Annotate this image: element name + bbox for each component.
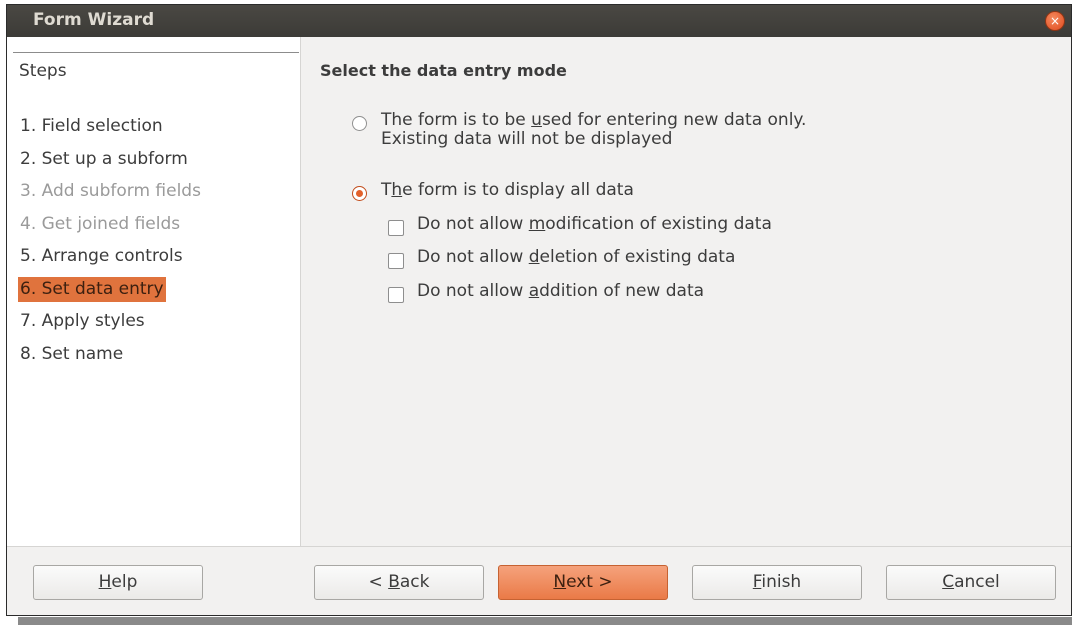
button-bar: Help < Back Next > Finish Cancel bbox=[7, 546, 1071, 615]
label-text: Do not allow bbox=[417, 247, 529, 267]
step-field-selection[interactable]: 1. Field selection bbox=[18, 114, 165, 139]
label-text: eletion of existing data bbox=[539, 247, 736, 267]
back-button[interactable]: < Back bbox=[314, 565, 484, 600]
label-text: e form is to display all data bbox=[402, 180, 634, 200]
radio-new-data-only-label-line2: Existing data will not be displayed bbox=[381, 129, 673, 149]
content-panel: Select the data entry mode The form is t… bbox=[301, 37, 1071, 546]
steps-header: Steps bbox=[19, 61, 67, 81]
radio-display-all-data-label[interactable]: The form is to display all data bbox=[381, 180, 634, 200]
radio-display-all-data[interactable] bbox=[352, 186, 367, 201]
mnemonic: N bbox=[553, 572, 567, 592]
radio-new-data-only-label[interactable]: The form is to be used for entering new … bbox=[381, 110, 806, 130]
step-set-data-entry[interactable]: 6. Set data entry bbox=[18, 277, 166, 302]
window-title: Form Wizard bbox=[33, 10, 155, 30]
button-label: ack bbox=[399, 572, 430, 592]
help-button[interactable]: Help bbox=[33, 565, 203, 600]
checkbox-no-addition-label[interactable]: Do not allow addition of new data bbox=[417, 281, 704, 301]
checkbox-no-modification-label[interactable]: Do not allow modification of existing da… bbox=[417, 214, 772, 234]
next-button[interactable]: Next > bbox=[498, 565, 668, 600]
steps-panel: Steps 1. Field selection 2. Set up a sub… bbox=[7, 37, 301, 546]
finish-button[interactable]: Finish bbox=[692, 565, 862, 600]
label-text: The form is to be bbox=[381, 110, 532, 130]
checkbox-no-addition[interactable] bbox=[388, 287, 404, 303]
checkbox-no-modification[interactable] bbox=[388, 220, 404, 236]
label-text: ddition of new data bbox=[539, 281, 705, 301]
mnemonic: u bbox=[531, 110, 542, 130]
mnemonic: C bbox=[942, 572, 955, 592]
page-title: Select the data entry mode bbox=[320, 61, 567, 80]
close-icon: × bbox=[1049, 14, 1061, 28]
title-bar[interactable]: Form Wizard × bbox=[7, 5, 1071, 37]
mnemonic: H bbox=[98, 572, 112, 592]
step-set-name[interactable]: 8. Set name bbox=[18, 342, 125, 367]
label-text: sed for entering new data only. bbox=[541, 110, 807, 130]
label-text: Do not allow bbox=[417, 214, 529, 234]
mnemonic: d bbox=[528, 247, 540, 267]
label-text: Do not allow bbox=[417, 281, 529, 301]
mnemonic: B bbox=[388, 572, 400, 592]
button-label: ancel bbox=[954, 572, 1000, 592]
checkbox-no-deletion[interactable] bbox=[388, 253, 404, 269]
button-label: elp bbox=[111, 572, 138, 592]
button-label: < bbox=[368, 572, 389, 592]
label-text: T bbox=[381, 180, 392, 200]
step-add-subform-fields: 3. Add subform fields bbox=[20, 181, 201, 201]
step-arrange-controls[interactable]: 5. Arrange controls bbox=[18, 244, 185, 269]
button-label: inish bbox=[761, 572, 802, 592]
step-set-up-subform[interactable]: 2. Set up a subform bbox=[18, 147, 190, 172]
window-shadow bbox=[18, 617, 1072, 625]
label-text: odification of existing data bbox=[545, 214, 772, 234]
mnemonic: a bbox=[528, 281, 540, 301]
cancel-button[interactable]: Cancel bbox=[886, 565, 1056, 600]
radio-new-data-only[interactable] bbox=[352, 116, 367, 131]
mnemonic: h bbox=[391, 180, 403, 200]
close-button[interactable]: × bbox=[1045, 11, 1065, 31]
checkbox-no-deletion-label[interactable]: Do not allow deletion of existing data bbox=[417, 247, 735, 267]
steps-separator bbox=[13, 52, 299, 53]
mnemonic: m bbox=[528, 214, 546, 234]
step-apply-styles[interactable]: 7. Apply styles bbox=[18, 309, 147, 334]
form-wizard-dialog: Form Wizard × Steps 1. Field selection 2… bbox=[6, 4, 1072, 616]
button-label: ext > bbox=[566, 572, 613, 592]
step-get-joined-fields: 4. Get joined fields bbox=[20, 214, 181, 234]
